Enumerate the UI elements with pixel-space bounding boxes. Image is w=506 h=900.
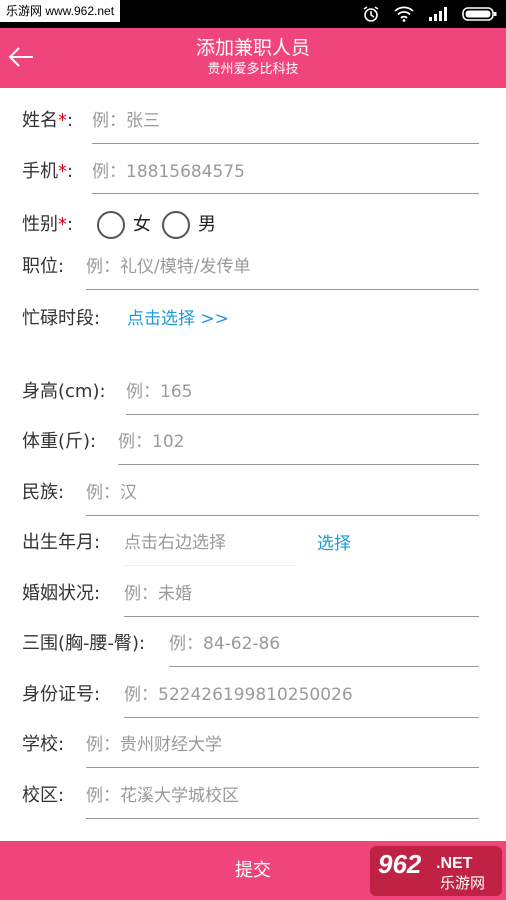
ethnicity-label: 民族: (22, 482, 65, 503)
birth-underline (124, 565, 296, 566)
height-row: 身高(cm): (0, 368, 506, 418)
id-number-underline (124, 717, 479, 718)
gender-male-label: 男 (198, 214, 216, 235)
watermark-text: 乐游网 www.962.net (0, 0, 121, 22)
school-input[interactable] (86, 730, 472, 760)
school-row: 学校: (0, 721, 506, 771)
marital-underline (124, 616, 479, 617)
status-bar: 乐游网 www.962.net (0, 0, 506, 28)
height-input[interactable] (126, 377, 472, 407)
measurements-label: 三围(胸-腰-臀): (22, 633, 146, 654)
id-number-input[interactable] (124, 680, 472, 710)
height-label: 身高(cm): (22, 381, 106, 402)
birth-input[interactable] (124, 528, 294, 558)
weight-label: 体重(斤): (22, 431, 97, 452)
school-label: 学校: (22, 734, 65, 755)
position-input[interactable] (86, 252, 472, 282)
ethnicity-underline (86, 515, 479, 516)
id-number-row: 身份证号: (0, 671, 506, 721)
page-title: 添加兼职人员 (195, 37, 310, 59)
marital-row: 婚姻状况: (0, 570, 506, 620)
phone-underline (92, 193, 479, 194)
app-header: 添加兼职人员 贵州爱多比科技 (0, 28, 506, 88)
busy-row: 忙碌时段: 点击选择 >> (0, 296, 506, 346)
birth-row: 出生年月: 选择 (0, 519, 506, 569)
phone-row: 手机*: (0, 146, 506, 196)
busy-label: 忙碌时段: (22, 308, 101, 329)
name-input[interactable] (92, 106, 472, 136)
measurements-row: 三围(胸-腰-臀): (0, 620, 506, 670)
height-underline (126, 414, 479, 415)
position-row: 职位: (0, 243, 506, 293)
phone-input[interactable] (92, 157, 472, 187)
campus-underline (86, 818, 479, 819)
name-label: 姓名*: (22, 110, 74, 131)
position-underline (86, 289, 479, 290)
submit-label: 提交 (235, 860, 271, 881)
gender-label: 性别*: (22, 214, 74, 235)
birth-select-link[interactable]: 选择 (317, 532, 351, 556)
weight-input[interactable] (118, 427, 472, 457)
id-number-label: 身份证号: (22, 684, 101, 705)
name-row: 姓名*: (0, 96, 506, 146)
campus-row: 校区: (0, 772, 506, 822)
status-icons (362, 4, 498, 24)
campus-label: 校区: (22, 785, 65, 806)
signal-icon (429, 7, 447, 21)
watermark-logo: 962 .NET 乐游网 (370, 846, 502, 896)
marital-input[interactable] (124, 579, 472, 609)
campus-input[interactable] (86, 781, 472, 811)
wifi-icon (394, 6, 414, 22)
phone-label: 手机*: (22, 161, 74, 182)
watermark-logo-number: 962 (378, 849, 422, 879)
gender-female-radio[interactable] (97, 211, 125, 239)
battery-icon (462, 7, 497, 21)
ethnicity-input[interactable] (86, 478, 472, 508)
watermark-logo-suffix: .NET (436, 855, 473, 872)
gender-male-radio[interactable] (162, 211, 190, 239)
name-underline (92, 143, 479, 144)
gender-female-label: 女 (133, 214, 151, 235)
measurements-input[interactable] (169, 629, 472, 659)
watermark-logo-text: 乐游网 (440, 874, 485, 892)
page-subtitle: 贵州爱多比科技 (207, 62, 299, 77)
ethnicity-row: 民族: (0, 469, 506, 519)
busy-select-link[interactable]: 点击选择 >> (127, 307, 229, 331)
weight-row: 体重(斤): (0, 418, 506, 468)
school-underline (86, 767, 479, 768)
marital-label: 婚姻状况: (22, 583, 101, 604)
alarm-icon (363, 6, 379, 22)
birth-label: 出生年月: (22, 532, 101, 553)
weight-underline (118, 464, 479, 465)
measurements-underline (169, 666, 479, 667)
position-label: 职位: (22, 256, 65, 277)
